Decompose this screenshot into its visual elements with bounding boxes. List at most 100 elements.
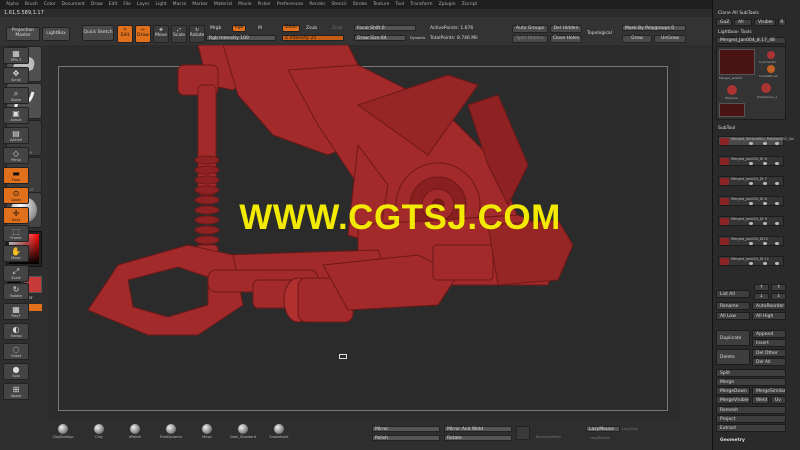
lazy-mouse-toggle[interactable]: LazyMouse [586,426,620,432]
tool-thumb-merged[interactable] [719,49,755,75]
shelf-floor-button[interactable]: ▬ Floor [3,167,29,184]
lightbox-tools-link[interactable]: Lightbox› Tools [718,30,752,35]
polypaint-toggle-icon[interactable] [775,182,779,185]
menu-item-document[interactable]: Document [62,2,85,7]
visibility-eye-icon[interactable] [763,202,767,205]
zsub-toggle[interactable]: Zsub [306,26,317,31]
subtool-row[interactable]: Merged_Jan004_DI 9 [718,216,784,226]
edit-button[interactable]: ✎ Edit [117,25,133,43]
move-button[interactable]: ✥ Move [153,25,169,43]
menu-item-macro[interactable]: Macro [173,2,187,7]
menu-item-material[interactable]: Material [214,2,232,7]
backface-mask-label[interactable]: BackfaceMask [536,435,561,439]
shelf-actual-button[interactable]: ▣ Actual [3,107,29,124]
del-hidden-button[interactable]: Del Hidden [550,25,582,33]
menu-item-zplugin[interactable]: Zplugin [439,2,456,7]
menu-item-layer[interactable]: Layer [137,2,150,7]
subtool-row[interactable]: Merged_Jan004_DI 6 [718,156,784,166]
uv-button[interactable]: Uv [771,396,786,404]
menu-item-texture[interactable]: Texture [373,2,389,7]
clone-all-subtools-button[interactable]: Clone All SubTools [718,11,759,16]
lazy-radius-label[interactable]: LazyRadius [590,436,610,440]
lazy-toggle[interactable] [516,426,530,440]
shelf-persp-button[interactable]: ◇ Persp [3,147,29,164]
visibility-eye-icon[interactable] [763,242,767,245]
brush-move[interactable]: Move [192,424,222,439]
polish-slider[interactable]: Polish [372,435,440,441]
move-down-fast-button[interactable]: ⇓ [771,293,786,300]
rgb-toggle[interactable]: Rgb [232,25,246,32]
mirror-toggle[interactable]: Mirror [372,426,440,432]
zcut-toggle[interactable]: Zcut [332,26,342,31]
zadd-toggle[interactable]: Zadd [282,25,300,32]
weld-button[interactable]: Weld [752,396,769,404]
subtool-row[interactable]: Merged_VerticalSnr_Position002_Sel [718,136,794,146]
polypaint-toggle-icon[interactable] [775,162,779,165]
auto-reorder-button[interactable]: AutoReorder [752,302,786,310]
visibility-eye-icon[interactable] [763,222,767,225]
mrgb-toggle[interactable]: Mrgb [210,26,221,31]
shelf-zoom-button[interactable]: ⌕ Zoom [3,87,29,104]
menu-item-movie[interactable]: Movie [238,2,251,7]
visibility-eye-icon[interactable] [763,162,767,165]
shelf-aahalf-button[interactable]: ▤ AAHalf [3,127,29,144]
mask-by-polygroups-slider[interactable]: Mask By Polygroups 0 [622,25,686,31]
menu-item-preferences[interactable]: Preferences [277,2,303,7]
auto-groups-button[interactable]: Auto Groups [512,25,548,33]
shelf-polyf-button[interactable]: ▦ PolyF [3,303,29,320]
lightbox-button[interactable]: LightBox [42,27,70,41]
quick-sketch-button[interactable]: Quick Sketch [82,25,114,41]
lazy-step-label[interactable]: LazyStep [622,427,638,431]
current-tool-field[interactable]: Merged_Jan004_8.17_48 [716,37,786,44]
merge-similar-button[interactable]: MergeSimilar [752,387,786,395]
brush-trimdynamic[interactable]: TrimDynamic [156,424,186,439]
rotate-toggle[interactable]: Rotate [444,435,512,441]
geometry-section-title[interactable]: Geometry [720,438,745,443]
remesh-button[interactable]: Remesh [716,406,786,414]
shelf-gxyz-button[interactable]: ✛ Gxyz [3,207,29,224]
dynamic-toggle[interactable]: Dynamic [410,36,425,40]
visible-button[interactable]: Visible [754,19,776,26]
draw-button[interactable]: ✏ Draw [135,25,151,43]
shelf-spix-3-button[interactable]: ▦ SPix 3 [3,47,29,64]
shelf-solo-button[interactable]: ● Solo [3,363,29,380]
ungrow-button[interactable]: UnGrow [654,35,686,43]
split-hidden-button[interactable]: Split Hidden [512,35,548,43]
brush-toggle-icon[interactable] [749,222,753,225]
move-down-button[interactable]: ↓ [754,293,769,300]
menu-item-brush[interactable]: Brush [25,2,38,7]
delete-button[interactable]: Delete [716,349,750,365]
subtool-row[interactable]: Merged_Jan004_Di10 [718,236,784,246]
polysphere-icon[interactable] [727,85,737,95]
brush-dam-standard[interactable]: Dam_Standard [228,424,258,439]
polypaint-toggle-icon[interactable] [775,222,779,225]
menu-item-edit[interactable]: Edit [109,2,118,7]
draw-size-slider[interactable]: Draw Size 64 [354,35,406,41]
scale-button[interactable]: ⤢ Scale [171,25,187,43]
mirror-and-weld-toggle[interactable]: Mirror And Weld [444,426,512,432]
focal-shift-slider[interactable]: Focal Shift 0 [354,25,416,31]
simplebrush-icon[interactable] [761,83,771,93]
rotate-button[interactable]: ↻ Rotate [189,25,205,43]
menu-item-picker[interactable]: Picker [257,2,270,7]
shelf-xpose-button[interactable]: ⊞ Xpose [3,383,29,400]
brush-snakehook[interactable]: Snakehook [264,424,294,439]
menu-item-draw[interactable]: Draw [91,2,103,7]
z-intensity-slider[interactable]: Z Intensity 25 [282,35,344,41]
polypaint-toggle-icon[interactable] [775,202,779,205]
zsphere-icon[interactable] [767,65,775,73]
visibility-eye-icon[interactable] [763,262,767,265]
shelf-local-button[interactable]: ⊙ Local [3,187,29,204]
cylinder-icon[interactable] [767,51,775,59]
polypaint-toggle-icon[interactable] [775,262,779,265]
r-button[interactable]: R [778,19,786,26]
shelf-ghost-button[interactable]: ◌ Ghost [3,343,29,360]
extract-button[interactable]: Extract [716,424,786,432]
shelf-move-button[interactable]: ✋ Move [3,245,29,262]
merge-button[interactable]: Merge [716,378,786,386]
brush-toggle-icon[interactable] [749,162,753,165]
goz-button[interactable]: GoZ [716,19,732,26]
polypaint-toggle-icon[interactable] [775,242,779,245]
brush-toggle-icon[interactable] [749,202,753,205]
insert-button[interactable]: Insert [752,339,786,347]
